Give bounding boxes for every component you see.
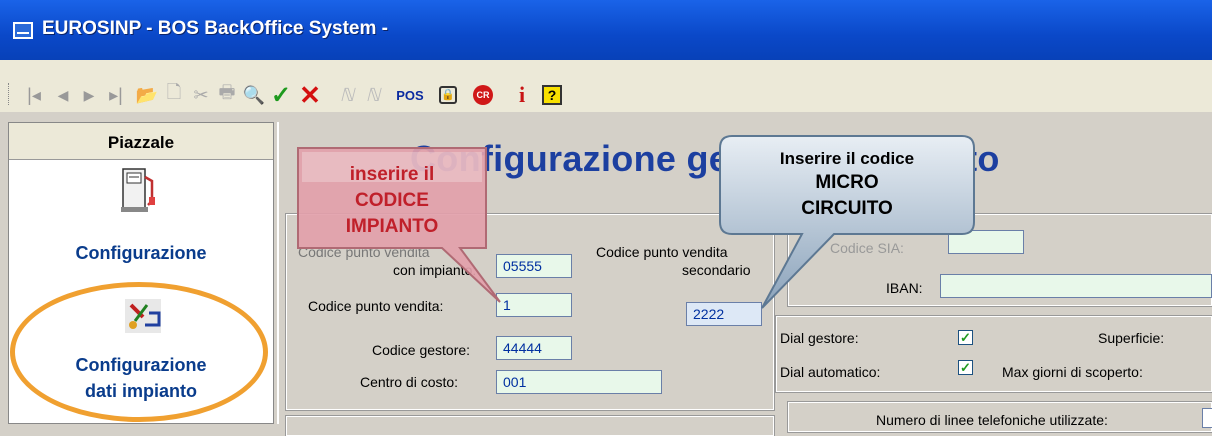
callout-codice-impianto-line3: IMPIANTO xyxy=(345,216,439,237)
disabled-n-icon[interactable]: ℕ xyxy=(334,83,360,107)
dial-automatico-checkbox[interactable]: ✓ xyxy=(958,360,973,375)
menu-bar xyxy=(0,60,1212,77)
search-icon[interactable]: 🔍 xyxy=(242,83,266,107)
callout-codice-impianto: inserire il CODICE IMPIANTO xyxy=(292,142,501,303)
codice-pv-secondario-label-line1: Codice punto vendita xyxy=(596,244,728,260)
iban-field[interactable] xyxy=(940,274,1212,298)
open-folder-icon[interactable]: 📂 xyxy=(135,83,159,107)
centro-costo-label: Centro di costo: xyxy=(360,374,459,390)
callout-micro-circuito-line2: MICRO xyxy=(815,172,879,193)
window-title: EUROSINP - BOS BackOffice System - xyxy=(42,18,388,39)
confirm-check-icon[interactable]: ✓ xyxy=(268,82,294,109)
cut-icon[interactable]: ✂ xyxy=(190,83,212,107)
first-record-icon[interactable]: |◂ xyxy=(22,83,46,107)
codice-pv-field[interactable]: 1 xyxy=(496,293,572,317)
help-icon-label: ? xyxy=(542,85,562,105)
cr-icon-label: CR xyxy=(473,85,493,105)
app-icon xyxy=(13,22,33,39)
sidebar-item-configurazione[interactable]: Configurazione xyxy=(9,243,273,264)
callout-codice-impianto-line1: inserire il xyxy=(349,164,435,185)
disabled-n2-icon[interactable]: ℕ xyxy=(360,83,386,107)
callout-micro-circuito-line1: Inserire il codice xyxy=(779,149,915,168)
fuel-pump-icon xyxy=(120,167,158,213)
dial-gestore-label: Dial gestore: xyxy=(780,330,859,346)
print-icon[interactable]: 🖶 xyxy=(214,82,240,107)
callout-micro-circuito-line3: CIRCUITO xyxy=(801,198,893,219)
max-giorni-label: Max giorni di scoperto: xyxy=(1002,364,1143,380)
callout-codice-impianto-line2: CODICE xyxy=(355,190,429,211)
callout-micro-circuito: Inserire il codice MICRO CIRCUITO xyxy=(716,132,978,309)
lock-icon[interactable]: 🔒 xyxy=(436,83,460,107)
cr-icon[interactable]: CR xyxy=(470,83,496,107)
codice-pv-label: Codice punto vendita: xyxy=(308,298,444,314)
codice-pv-secondario-label-line2: secondario xyxy=(682,262,751,278)
highlight-ellipse xyxy=(10,282,268,422)
codice-pv-secondario-field[interactable]: 2222 xyxy=(686,302,762,326)
previous-record-icon[interactable]: ◀ xyxy=(52,83,74,107)
form-panel-bottom-left xyxy=(285,415,775,436)
pos-icon[interactable]: POS xyxy=(396,83,424,107)
codice-pv-impianto-field[interactable]: 05555 xyxy=(496,254,572,278)
codice-gestore-label: Codice gestore: xyxy=(372,342,471,358)
dial-gestore-checkbox[interactable]: ✓ xyxy=(958,330,973,345)
numero-linee-label: Numero di linee telefoniche utilizzate: xyxy=(876,412,1108,428)
cancel-x-icon[interactable]: ✕ xyxy=(296,80,324,110)
sidebar-header: Piazzale xyxy=(9,123,273,160)
help-icon[interactable]: ? xyxy=(540,83,564,107)
dial-automatico-label: Dial automatico: xyxy=(780,364,881,380)
centro-costo-field[interactable]: 001 xyxy=(496,370,662,394)
form-panel-dial xyxy=(775,315,1212,393)
numero-linee-field[interactable] xyxy=(1202,408,1212,428)
toolbar-grip[interactable] xyxy=(8,83,12,105)
info-icon[interactable]: i xyxy=(512,82,532,107)
next-record-icon[interactable]: ▶ xyxy=(78,83,100,107)
codice-gestore-field[interactable]: 44444 xyxy=(496,336,572,360)
title-bar: EUROSINP - BOS BackOffice System - xyxy=(0,0,1212,60)
superficie-label: Superficie: xyxy=(1098,330,1165,346)
new-document-icon[interactable]: 🗋 xyxy=(163,82,185,107)
last-record-icon[interactable]: ▸| xyxy=(104,83,128,107)
iban-label: IBAN: xyxy=(886,280,923,296)
